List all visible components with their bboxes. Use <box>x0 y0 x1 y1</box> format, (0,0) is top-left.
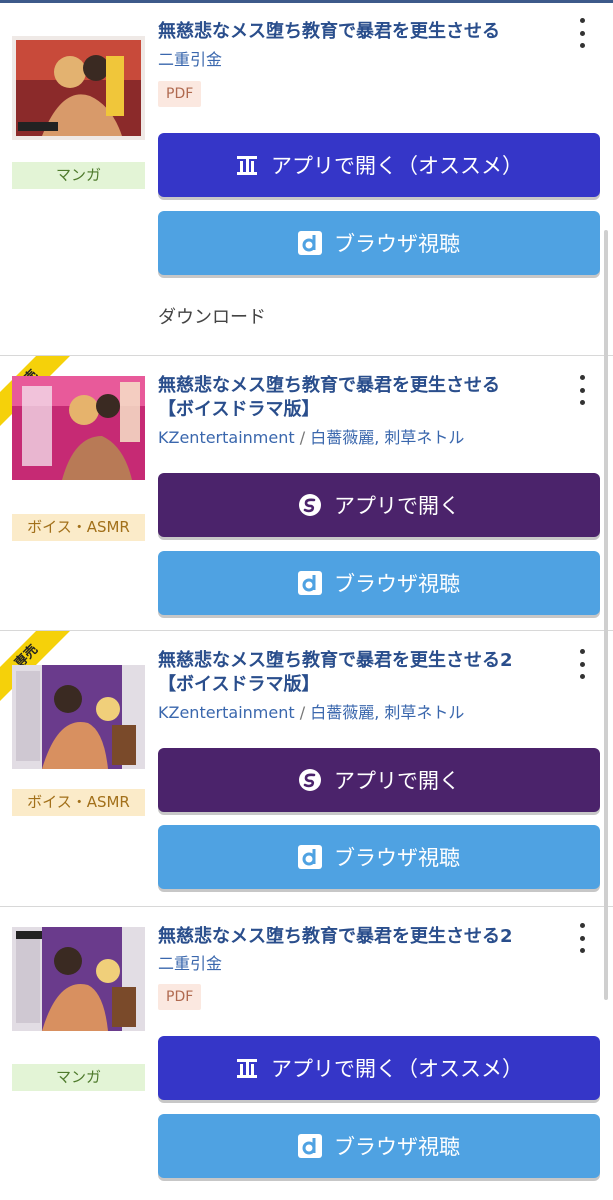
author-name[interactable]: 二重引金 <box>158 954 222 974</box>
credit-separator: / <box>299 703 306 722</box>
comic-app-icon <box>235 1056 259 1080</box>
comic-app-icon <box>235 153 259 177</box>
credit-separator: / <box>299 428 306 447</box>
genre-label: マンガ <box>12 162 145 189</box>
product-title-line1: 無慈悲なメス堕ち教育で暴君を更生させる <box>158 375 500 396</box>
browser-d-icon <box>298 845 322 869</box>
browser-view-button[interactable]: ブラウザ視聴 <box>158 211 600 275</box>
list-item: マンガ 無慈悲なメス堕ち教育で暴君を更生させる2 二重引金 PDF アプリで開く… <box>0 907 613 1200</box>
product-title[interactable]: 無慈悲なメス堕ち教育で暴君を更生させる 【ボイスドラマ版】 <box>158 374 563 422</box>
open-in-app-button[interactable]: アプリで開く <box>158 748 600 812</box>
cover-image[interactable] <box>12 665 145 769</box>
list-item: 専売 ボイス・ASMR 無慈悲なメス堕ち教育で暴君を更生させる2 【ボイスドラマ… <box>0 631 613 907</box>
genre-label: マンガ <box>12 1064 145 1091</box>
open-in-app-label: アプリで開く（オススメ） <box>271 154 523 178</box>
browser-d-icon <box>298 231 322 255</box>
list-item: 専売 ボイス・ASMR 無慈悲なメス堕ち教育で暴君を更生させる 【ボイスドラマ版… <box>0 356 613 631</box>
product-title-line1: 無慈悲なメス堕ち教育で暴君を更生させる2 <box>158 650 513 671</box>
product-title-line2: 【ボイスドラマ版】 <box>158 399 320 420</box>
list-item: マンガ 無慈悲なメス堕ち教育で暴君を更生させる 二重引金 PDF アプリで開く（… <box>0 0 613 356</box>
browser-view-label: ブラウザ視聴 <box>334 572 460 596</box>
browser-d-icon <box>298 571 322 595</box>
cover-image[interactable] <box>12 376 145 480</box>
kebab-menu-icon[interactable] <box>572 16 592 50</box>
cover-image[interactable] <box>12 36 145 140</box>
credits: KZentertainment / 白薔薇麗, 刺草ネトル <box>158 428 464 448</box>
kebab-menu-icon[interactable] <box>572 373 592 407</box>
product-title[interactable]: 無慈悲なメス堕ち教育で暴君を更生させる <box>158 20 563 44</box>
open-in-app-button[interactable]: アプリで開く <box>158 473 600 537</box>
voice-app-icon <box>298 768 322 792</box>
genre-label: ボイス・ASMR <box>12 789 145 816</box>
kebab-menu-icon[interactable] <box>572 921 592 955</box>
product-title[interactable]: 無慈悲なメス堕ち教育で暴君を更生させる2 【ボイスドラマ版】 <box>158 649 563 697</box>
browser-view-label: ブラウザ視聴 <box>334 1135 460 1159</box>
cover-image[interactable] <box>12 927 145 1031</box>
browser-view-button[interactable]: ブラウザ視聴 <box>158 1114 600 1178</box>
voice-actors[interactable]: 白薔薇麗, 刺草ネトル <box>310 428 464 447</box>
browser-view-label: ブラウザ視聴 <box>334 232 460 256</box>
credits: KZentertainment / 白薔薇麗, 刺草ネトル <box>158 703 464 723</box>
voice-app-icon <box>298 493 322 517</box>
open-in-app-label: アプリで開く <box>334 494 460 518</box>
format-badge: PDF <box>158 984 202 1010</box>
browser-d-icon <box>298 1134 322 1158</box>
circle-name[interactable]: KZentertainment <box>158 703 295 722</box>
kebab-menu-icon[interactable] <box>572 647 592 681</box>
author-name[interactable]: 二重引金 <box>158 50 222 70</box>
open-in-app-label: アプリで開く（オススメ） <box>271 1057 523 1081</box>
browser-view-button[interactable]: ブラウザ視聴 <box>158 551 600 615</box>
format-badge: PDF <box>158 81 202 107</box>
open-in-app-button[interactable]: アプリで開く（オススメ） <box>158 1036 600 1100</box>
circle-name[interactable]: KZentertainment <box>158 428 295 447</box>
voice-actors[interactable]: 白薔薇麗, 刺草ネトル <box>310 703 464 722</box>
scrollbar[interactable] <box>604 230 608 1000</box>
browser-view-label: ブラウザ視聴 <box>334 846 460 870</box>
open-in-app-button[interactable]: アプリで開く（オススメ） <box>158 133 600 197</box>
genre-label: ボイス・ASMR <box>12 514 145 541</box>
product-title[interactable]: 無慈悲なメス堕ち教育で暴君を更生させる2 <box>158 925 563 949</box>
browser-view-button[interactable]: ブラウザ視聴 <box>158 825 600 889</box>
open-in-app-label: アプリで開く <box>334 769 460 793</box>
product-title-line2: 【ボイスドラマ版】 <box>158 674 320 695</box>
download-link[interactable]: ダウンロード <box>158 303 266 329</box>
